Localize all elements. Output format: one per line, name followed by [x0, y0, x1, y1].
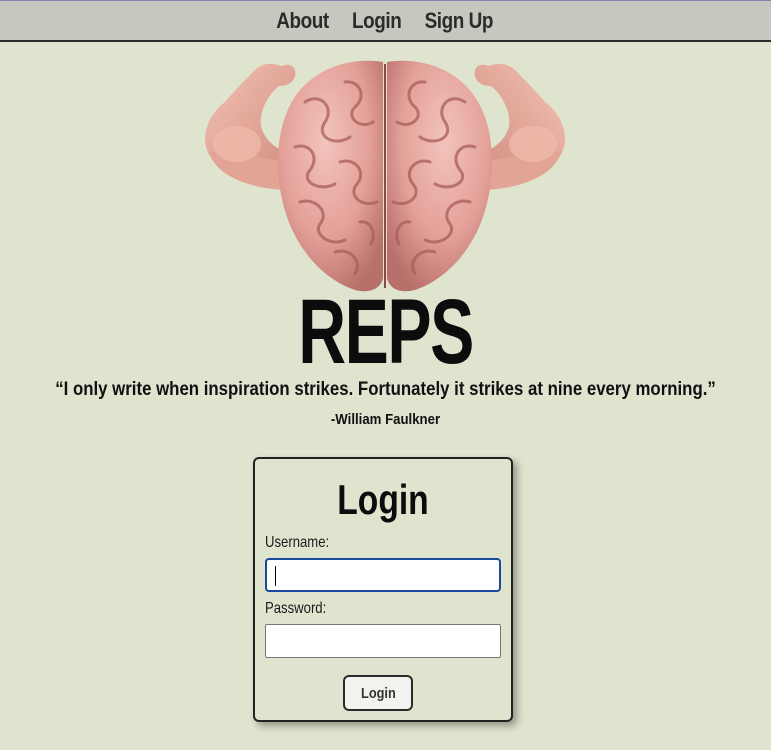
- login-submit-button[interactable]: Login: [343, 675, 413, 711]
- login-heading: Login: [337, 476, 429, 523]
- site-title: REPS: [298, 281, 474, 383]
- quote-text: “I only write when inspiration strikes. …: [55, 379, 716, 400]
- nav-signup-link[interactable]: Sign Up: [424, 8, 493, 34]
- login-submit-label: Login: [360, 684, 396, 702]
- text-caret: [275, 566, 276, 586]
- quote-author: -William Faulkner: [330, 411, 441, 428]
- top-navigation: About Login Sign Up: [0, 0, 771, 42]
- nav-login-link[interactable]: Login: [352, 8, 402, 34]
- login-form: Login Username: Password: Login: [253, 457, 513, 722]
- username-label: Username:: [265, 534, 330, 551]
- muscular-brain-logo: [195, 52, 575, 297]
- password-input[interactable]: [265, 624, 501, 658]
- password-label: Password:: [265, 600, 327, 617]
- username-input[interactable]: [265, 558, 501, 592]
- nav-about-link[interactable]: About: [277, 8, 330, 34]
